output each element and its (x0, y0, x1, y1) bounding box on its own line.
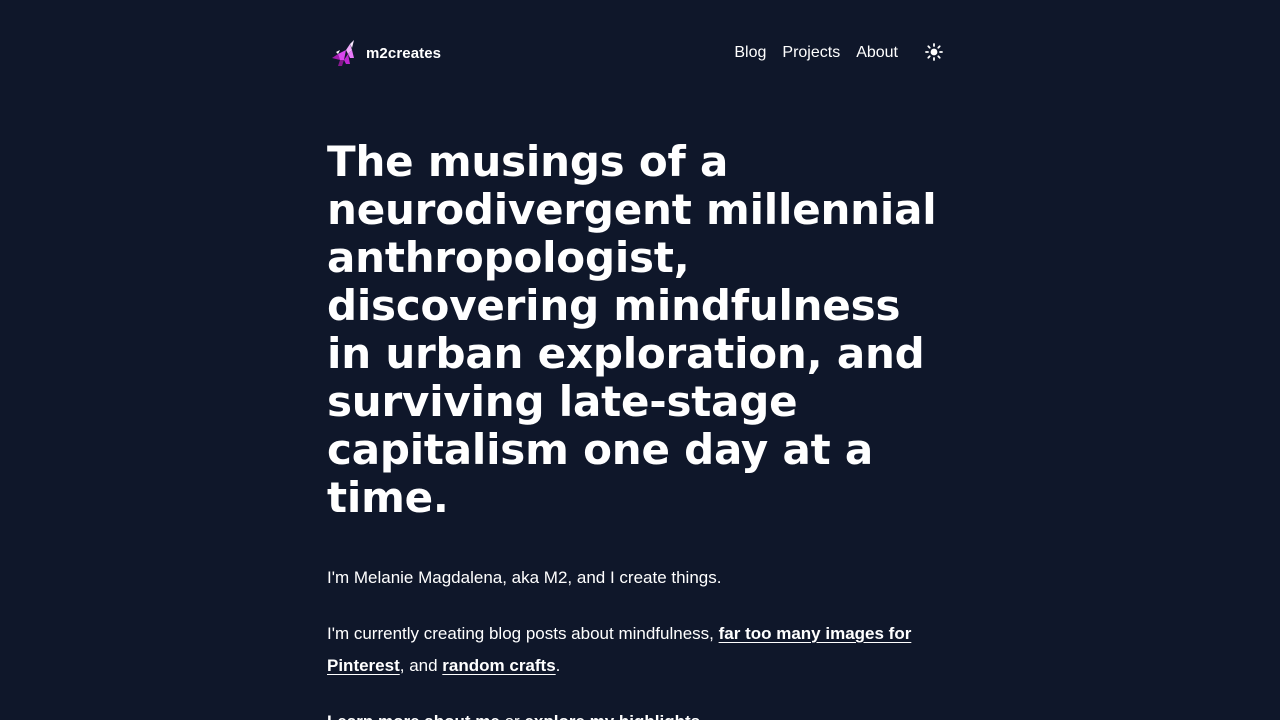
explore-highlights-link[interactable]: explore my highlights (524, 712, 700, 720)
para2-text-mid: , and (399, 656, 443, 675)
page: m2creates Blog Projects About The musing… (0, 0, 1280, 720)
learn-more-link[interactable]: Learn more about me (327, 712, 500, 720)
sun-icon (925, 42, 943, 64)
nav-blog-link[interactable]: Blog (734, 44, 766, 62)
current-projects-paragraph: I'm currently creating blog posts about … (327, 618, 947, 682)
para3-text-after: . (700, 712, 705, 720)
para2-text-after: . (555, 656, 561, 675)
main-nav: Blog Projects About (734, 39, 948, 67)
brand-name: m2creates (366, 44, 442, 62)
para2-text-before: I'm currently creating blog posts about … (327, 624, 719, 643)
site-header: m2creates Blog Projects About (328, 36, 948, 70)
nav-about-link[interactable]: About (856, 44, 898, 62)
random-crafts-link[interactable]: random crafts (442, 656, 555, 675)
hero-headline: The musings of a neurodivergent millenni… (327, 137, 937, 522)
unicorn-logo-icon (328, 38, 358, 68)
main-content: The musings of a neurodivergent millenni… (327, 138, 957, 720)
para3-text-mid: or (500, 712, 525, 720)
intro-text: I'm Melanie Magdalena, aka M2, and I cre… (327, 568, 722, 587)
learn-more-paragraph: Learn more about me or explore my highli… (327, 706, 947, 720)
nav-projects-link[interactable]: Projects (782, 44, 840, 62)
theme-toggle-button[interactable] (920, 39, 948, 67)
brand-link[interactable]: m2creates (328, 38, 441, 68)
